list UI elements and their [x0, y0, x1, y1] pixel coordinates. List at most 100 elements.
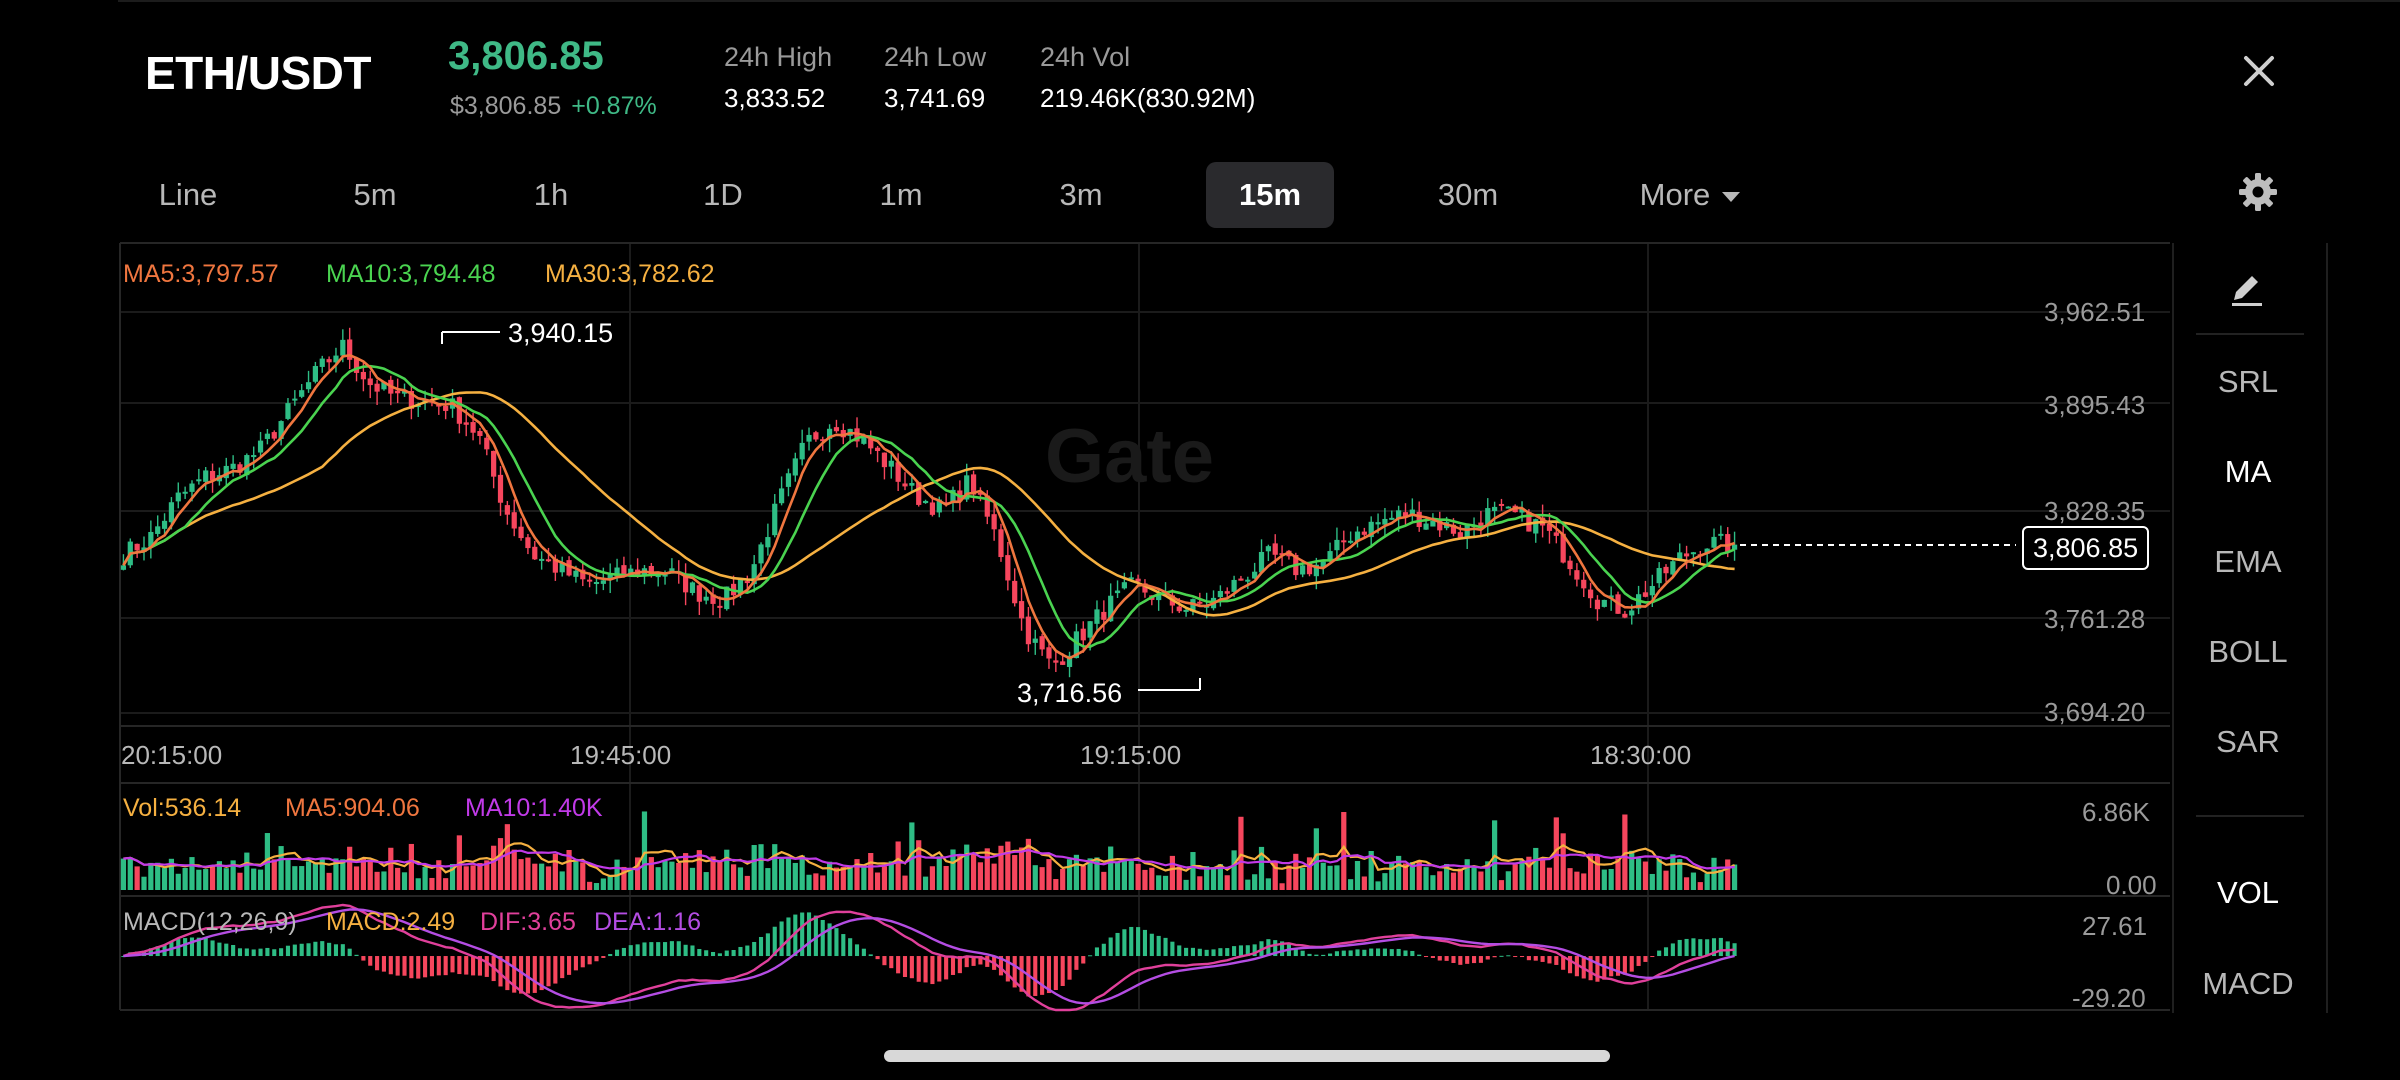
- volume-bar: [161, 867, 168, 890]
- candle-body: [1581, 579, 1587, 589]
- volume-bar: [511, 849, 517, 890]
- macd-histogram-bar: [930, 956, 935, 985]
- volume-bar: [1176, 866, 1182, 890]
- candle-body: [1272, 543, 1278, 555]
- candle-body: [182, 491, 188, 494]
- volume-bar: [868, 852, 874, 890]
- macd-histogram-bar: [375, 956, 380, 971]
- candle-body: [1183, 609, 1189, 612]
- volume-bar: [347, 846, 353, 890]
- candle-body: [909, 483, 915, 486]
- candle-body: [1690, 552, 1697, 555]
- sidebar-item-vol[interactable]: VOL: [2172, 875, 2324, 911]
- pencil-icon[interactable]: [2226, 270, 2270, 310]
- candle-body: [1567, 560, 1573, 570]
- volume-bar: [463, 866, 469, 890]
- candle-body: [1231, 579, 1237, 592]
- volume-bar: [731, 864, 737, 890]
- volume-bar: [271, 859, 277, 890]
- macd-histogram-bar: [457, 956, 462, 975]
- macd-histogram-bar: [1238, 945, 1244, 957]
- candle-body: [813, 432, 819, 440]
- sidebar-item-ma[interactable]: MA: [2172, 454, 2324, 490]
- volume-bar: [1642, 861, 1649, 890]
- macd-histogram-bar: [272, 949, 277, 957]
- volume-bar: [1690, 872, 1697, 890]
- candle-body: [1217, 590, 1223, 598]
- volume-bar: [148, 862, 154, 890]
- volume-bar: [1540, 859, 1546, 890]
- macd-histogram-bar: [203, 937, 208, 957]
- volume-bar: [1300, 867, 1306, 890]
- macd-histogram-bar: [519, 956, 524, 994]
- macd-histogram-bar: [450, 956, 455, 973]
- volume-bar: [196, 869, 202, 890]
- candle-body: [251, 455, 257, 458]
- macd-histogram-bar: [1362, 949, 1367, 957]
- volume-layer: [120, 811, 1738, 890]
- volume-bar: [751, 845, 757, 890]
- macd-histogram-bar: [224, 943, 229, 957]
- macd-histogram-bar: [1211, 949, 1216, 957]
- sidebar-item-boll[interactable]: BOLL: [2172, 634, 2324, 670]
- macd-histogram-bar: [210, 940, 215, 957]
- candle-body: [888, 460, 894, 467]
- candle-body: [155, 526, 161, 534]
- sidebar-item-srl[interactable]: SRL: [2172, 364, 2324, 400]
- volume-bar: [1135, 863, 1141, 890]
- candle-body: [1018, 601, 1025, 619]
- home-indicator[interactable]: [884, 1050, 1610, 1062]
- candle-body: [922, 500, 929, 504]
- volume-bar: [504, 824, 510, 890]
- macd-histogram-bar: [1519, 956, 1525, 958]
- candle-body: [504, 505, 510, 515]
- macd-histogram-bar: [1451, 956, 1456, 963]
- candle-body: [1498, 503, 1505, 506]
- volume-bar: [1060, 868, 1066, 890]
- macd-histogram-bar: [848, 938, 853, 957]
- sidebar-item-ema[interactable]: EMA: [2172, 544, 2324, 580]
- volume-bar: [1656, 859, 1662, 890]
- volume-bar: [1265, 878, 1271, 890]
- volume-bar: [1375, 881, 1381, 890]
- candle-body: [1361, 531, 1367, 535]
- candle-body: [161, 520, 168, 529]
- volume-bar: [1464, 859, 1470, 890]
- macd-histogram-bar: [669, 941, 674, 957]
- volume-bar: [970, 853, 977, 890]
- macd-histogram-bar: [573, 956, 578, 971]
- candle-body: [765, 537, 771, 548]
- candle-body: [1505, 506, 1511, 509]
- volume-bar: [1601, 869, 1607, 890]
- macd-histogram-bar: [1657, 950, 1662, 957]
- candle-body: [792, 458, 798, 476]
- sidebar-item-macd[interactable]: MACD: [2172, 966, 2324, 1002]
- candle-body: [1574, 570, 1580, 580]
- macd-histogram-bar: [327, 942, 332, 957]
- candle-body: [772, 503, 778, 536]
- dif-legend: DIF:3.65: [480, 908, 576, 936]
- candle-body: [1430, 520, 1436, 527]
- volume-bar: [1697, 882, 1703, 890]
- volume-bar: [408, 843, 414, 890]
- macd-histogram-bar: [875, 956, 880, 960]
- macd-histogram-bar: [1081, 956, 1086, 964]
- macd-histogram-bar: [649, 942, 654, 957]
- candle-body: [1670, 561, 1676, 575]
- price-axis-label: 3,761.28: [2044, 604, 2146, 634]
- candle-body: [689, 582, 696, 593]
- macd-histogram-bar: [567, 956, 572, 975]
- candle-body: [189, 483, 195, 492]
- volume-bar: [1731, 864, 1738, 890]
- macd-histogram-bar: [1053, 956, 1058, 991]
- macd-histogram-bar: [1115, 932, 1120, 957]
- macd-histogram-bar: [601, 956, 606, 958]
- macd-histogram-bar: [546, 956, 551, 987]
- volume-bar: [374, 871, 380, 890]
- macd-histogram-bar: [1636, 956, 1641, 966]
- macd-histogram-bar: [1705, 939, 1710, 957]
- sidebar-item-sar[interactable]: SAR: [2172, 724, 2324, 760]
- candle-body: [1080, 628, 1086, 641]
- volume-bar: [1574, 871, 1580, 890]
- candle-body: [1094, 609, 1100, 624]
